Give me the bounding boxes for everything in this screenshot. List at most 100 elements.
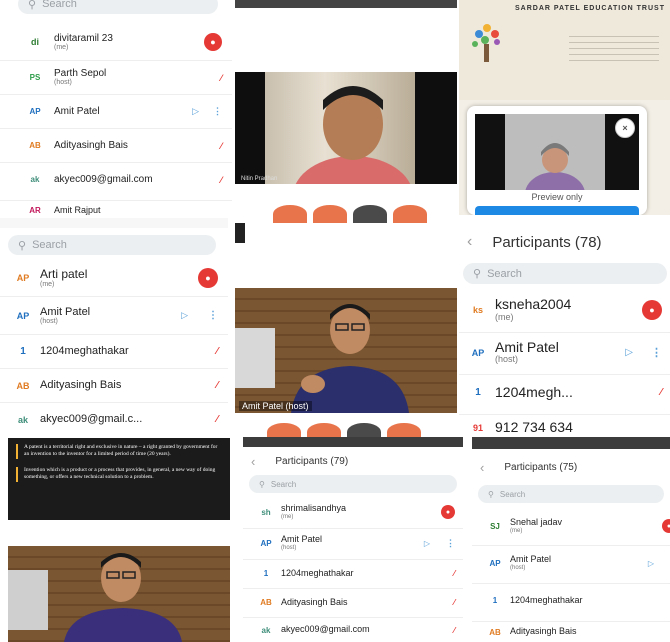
list-item[interactable]: 1 1204meghathakar ⁄: [0, 334, 228, 368]
avatar: AP: [16, 310, 30, 321]
list-item[interactable]: AP Amit Patel (host) ▷: [472, 545, 670, 581]
list-item[interactable]: 91 912 734 634: [459, 414, 670, 436]
more-button[interactable]: [393, 205, 427, 223]
mic-icon[interactable]: ●: [204, 33, 222, 51]
participant-name: ksneha2004: [495, 297, 572, 313]
pip-window: Preview only ×: [467, 106, 647, 215]
share-button[interactable]: [353, 205, 387, 223]
list-item[interactable]: ak akyec009@gmail.com ⁄: [243, 617, 463, 642]
participant-name: 1204meghathakar: [510, 595, 583, 605]
list-item[interactable]: PS Parth Sepol (host) ⁄: [0, 60, 232, 94]
participant-role: (host): [510, 565, 526, 572]
mic-icon[interactable]: ⁄: [216, 346, 218, 357]
participant-name: Amit Rajput: [54, 205, 101, 215]
avatar: ak: [261, 625, 271, 635]
list-item[interactable]: AP Amit Patel (host) ▷ ⋮: [0, 296, 228, 334]
video-feed: Nitin Pradhan: [235, 72, 457, 184]
mic-icon[interactable]: ⁄: [216, 380, 218, 391]
list-item[interactable]: AB Adityasingh Bais: [472, 621, 670, 642]
list-item[interactable]: di divitaramil 23 (me) ●: [0, 25, 232, 59]
avatar: 1: [263, 569, 269, 578]
call-controls: [235, 413, 457, 438]
list-item[interactable]: 1 1204meghathakar ⁄: [243, 559, 463, 587]
list-item[interactable]: AP Amit Patel (host) ▷ ⋮: [243, 528, 463, 558]
mic-icon[interactable]: ⁄: [454, 598, 455, 607]
search-bar[interactable]: ⚲ Search: [478, 485, 664, 503]
mic-icon[interactable]: ●: [198, 268, 218, 288]
participant-role: (me): [510, 527, 523, 534]
chevron-left-icon[interactable]: ‹: [467, 233, 472, 251]
status-bar: [472, 437, 670, 449]
more-icon[interactable]: ⋮: [208, 310, 218, 321]
video-button[interactable]: [307, 423, 341, 438]
camera-icon[interactable]: ▷: [181, 310, 188, 321]
search-placeholder: Search: [32, 239, 67, 251]
participants-header: ‹ Participants (75): [480, 457, 577, 477]
mic-icon[interactable]: ⁄: [220, 73, 222, 83]
avatar: AP: [489, 559, 501, 568]
pip-close-icon[interactable]: ×: [615, 118, 635, 138]
mic-icon[interactable]: ⁄: [220, 141, 222, 151]
logo-subtext-lines: [569, 36, 659, 66]
avatar: AP: [260, 539, 272, 548]
participant-name: shrimalisandhya: [281, 503, 347, 513]
list-item[interactable]: ak akyec009@gmail.com ⁄: [0, 162, 232, 196]
mute-button[interactable]: [273, 205, 307, 223]
mic-icon[interactable]: ●: [441, 505, 455, 519]
mic-icon[interactable]: ⁄: [220, 175, 222, 185]
avatar: ks: [472, 305, 483, 315]
list-item[interactable]: sh shrimalisandhya (me) ●: [243, 497, 463, 527]
mic-icon[interactable]: ●: [642, 300, 662, 320]
search-placeholder: Search: [499, 489, 526, 499]
list-item[interactable]: AR Amit Rajput: [0, 200, 232, 215]
participant-name: Amit Patel: [54, 106, 100, 117]
search-bar[interactable]: ⚲ Search: [18, 0, 218, 14]
list-item[interactable]: AP Arti patel (me) ●: [0, 260, 228, 296]
mic-icon[interactable]: ⁄: [454, 569, 455, 578]
list-item[interactable]: 1 1204megh... ⁄: [459, 374, 670, 410]
participant-role: (host): [40, 317, 58, 325]
list-item[interactable]: AP Amit Patel ▷ ⋮: [0, 94, 232, 128]
list-item[interactable]: AB Adityasingh Bais ⁄: [0, 128, 232, 162]
list-item[interactable]: 1 1204meghathakar: [472, 583, 670, 617]
search-bar[interactable]: ⚲ Search: [8, 235, 216, 255]
more-icon[interactable]: ⋮: [213, 106, 222, 117]
camera-icon[interactable]: ▷: [424, 539, 430, 548]
list-item[interactable]: ak akyec009@gmail.c... ⁄: [0, 402, 228, 436]
avatar: SJ: [490, 521, 500, 531]
avatar: AP: [471, 347, 485, 358]
camera-icon[interactable]: ▷: [648, 559, 654, 568]
list-item[interactable]: AP Amit Patel (host) ▷ ⋮: [459, 332, 670, 372]
search-placeholder: Search: [487, 267, 522, 280]
mic-icon[interactable]: ⁄: [660, 387, 662, 398]
avatar: 1: [20, 346, 26, 357]
mic-icon[interactable]: ●: [662, 519, 670, 533]
mic-icon[interactable]: ⁄: [454, 626, 455, 635]
more-icon[interactable]: ⋮: [446, 538, 455, 549]
chevron-left-icon[interactable]: ‹: [251, 454, 255, 469]
list-item[interactable]: AB Adityasingh Bais ⁄: [243, 588, 463, 616]
avatar: AB: [260, 598, 272, 607]
avatar: 91: [472, 422, 483, 433]
camera-icon[interactable]: ▷: [625, 347, 633, 358]
panel-presentation: SARDAR PATEL EDUCATION TRUST Preview onl…: [459, 0, 670, 215]
share-button[interactable]: [347, 423, 381, 438]
participant-role: (me): [495, 311, 514, 322]
more-button[interactable]: [387, 423, 421, 438]
mic-icon[interactable]: ⁄: [216, 414, 218, 425]
mute-button[interactable]: [267, 423, 301, 438]
search-bar[interactable]: ⚲ Search: [249, 475, 457, 493]
more-icon[interactable]: ⋮: [651, 346, 662, 359]
chevron-left-icon[interactable]: ‹: [480, 460, 484, 475]
video-button[interactable]: [313, 205, 347, 223]
list-item[interactable]: AB Adityasingh Bais ⁄: [0, 368, 228, 402]
search-bar[interactable]: ⚲ Search: [463, 263, 667, 284]
panel-participants-3: ‹ Participants (78) ⚲ Search ks ksneha20…: [459, 218, 670, 436]
camera-icon[interactable]: ▷: [192, 106, 199, 117]
logo-text: SARDAR PATEL EDUCATION TRUST: [515, 5, 665, 12]
search-placeholder: Search: [42, 0, 77, 10]
participant-video-figure: [64, 553, 182, 642]
participant-role: (host): [281, 545, 297, 552]
list-item[interactable]: ks ksneha2004 (me) ●: [459, 290, 670, 330]
list-item[interactable]: SJ Snehal jadav (me) ●: [472, 509, 670, 543]
